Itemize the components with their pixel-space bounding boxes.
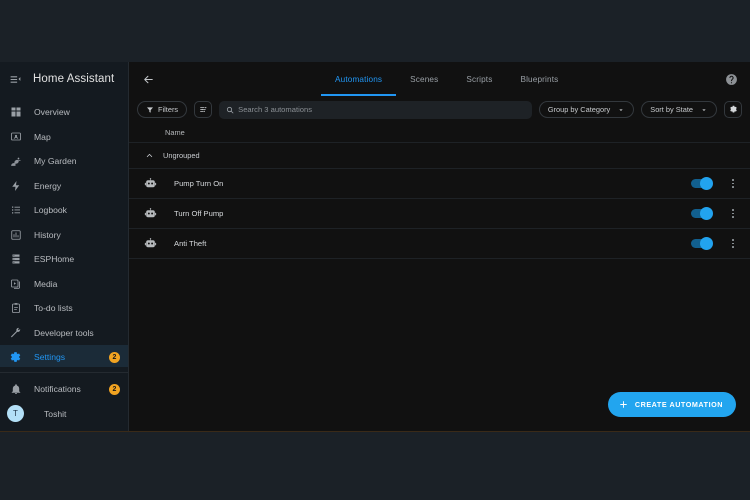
sidebar-item-esphome[interactable]: ESPHome	[0, 247, 128, 272]
search-input[interactable]: Search 3 automations	[219, 100, 532, 119]
dots-vertical-icon[interactable]	[724, 203, 742, 225]
sidebar-item-label: My Garden	[34, 156, 77, 167]
main-content: Automations Scenes Scripts Blueprints Fi…	[129, 62, 750, 432]
create-automation-label: CREATE AUTOMATION	[634, 400, 723, 409]
server-icon	[8, 252, 23, 267]
automation-name: Pump Turn On	[174, 179, 224, 188]
dots-vertical-icon[interactable]	[724, 173, 742, 195]
filter-icon	[146, 106, 154, 114]
automation-toggle[interactable]	[691, 237, 713, 250]
cog-icon	[8, 350, 23, 365]
chevron-down-icon	[700, 106, 708, 114]
sort-by-dropdown[interactable]: Sort by State	[641, 101, 717, 118]
top-app-bar: Automations Scenes Scripts Blueprints	[129, 62, 750, 96]
sidebar-item-history[interactable]: History	[0, 223, 128, 248]
tab-automations[interactable]: Automations	[321, 62, 397, 96]
table-column-header: Name	[129, 123, 750, 143]
group-by-label: Group by Category	[547, 105, 611, 114]
table-row[interactable]: Turn Off Pump	[129, 199, 750, 229]
sort-by-label: Sort by State	[650, 105, 693, 114]
sprout-icon	[8, 154, 23, 169]
sidebar-item-logbook[interactable]: Logbook	[0, 198, 128, 223]
play-box-multiple-icon	[8, 276, 23, 291]
magnify-icon	[226, 106, 234, 114]
sidebar-item-overview[interactable]: Overview	[0, 100, 128, 125]
create-automation-button[interactable]: CREATE AUTOMATION	[607, 392, 736, 417]
group-row-label: Ungrouped	[163, 151, 200, 160]
sidebar-item-notifications[interactable]: Notifications 2	[0, 377, 128, 402]
table-row[interactable]: Anti Theft	[129, 229, 750, 259]
sidebar: Home Assistant Overview Map My Garden En…	[0, 62, 129, 432]
sidebar-item-energy[interactable]: Energy	[0, 174, 128, 199]
table-settings-button[interactable]	[724, 101, 742, 118]
tab-blueprints[interactable]: Blueprints	[506, 62, 572, 96]
app-viewport: Home Assistant Overview Map My Garden En…	[0, 62, 750, 432]
robot-icon	[142, 236, 158, 252]
automation-toggle[interactable]	[691, 207, 713, 220]
sidebar-item-label: History	[34, 229, 61, 240]
sidebar-item-label: Energy	[34, 180, 62, 191]
sidebar-item-label: To-do lists	[34, 303, 73, 314]
sidebar-item-label: Developer tools	[34, 327, 94, 338]
table-row[interactable]: Pump Turn On	[129, 169, 750, 199]
filter-toolbar: Filters Search 3 automations Group by Ca…	[129, 96, 750, 123]
sidebar-user-name: Toshit	[44, 408, 67, 419]
sort-variant-icon[interactable]	[194, 101, 213, 118]
avatar: T	[7, 405, 24, 423]
plus-icon	[618, 399, 629, 410]
automation-name: Turn Off Pump	[174, 209, 224, 218]
chevron-up-icon[interactable]	[145, 151, 154, 160]
sidebar-header: Home Assistant	[0, 62, 128, 96]
format-list-bulleted-icon	[8, 203, 23, 218]
group-by-dropdown[interactable]: Group by Category	[538, 101, 635, 118]
sidebar-item-label: ESPHome	[34, 254, 75, 265]
robot-icon	[142, 176, 158, 192]
dots-vertical-icon[interactable]	[724, 233, 742, 255]
hammer-wrench-icon	[8, 325, 23, 340]
sidebar-footer: Notifications 2 T Toshit	[0, 367, 128, 432]
status-badge: 2	[109, 383, 120, 395]
bottom-accent-line	[0, 431, 750, 432]
sidebar-item-my-garden[interactable]: My Garden	[0, 149, 128, 174]
search-placeholder: Search 3 automations	[238, 105, 312, 114]
sidebar-item-label: Notifications	[34, 384, 81, 395]
lightning-bolt-icon	[8, 178, 23, 193]
sidebar-item-label: Logbook	[34, 205, 67, 216]
menu-open-icon[interactable]	[8, 72, 23, 87]
sidebar-nav-list: Overview Map My Garden Energy Logbook Hi…	[0, 96, 128, 367]
map-marker-icon	[8, 129, 23, 144]
sidebar-item-label: Map	[34, 131, 51, 142]
filters-button[interactable]: Filters	[137, 101, 188, 118]
bell-icon	[8, 382, 23, 397]
view-dashboard-icon	[8, 105, 23, 120]
tab-bar: Automations Scenes Scripts Blueprints	[321, 62, 572, 96]
help-circle-icon[interactable]	[721, 69, 741, 89]
chevron-down-icon	[617, 106, 625, 114]
clipboard-list-icon	[8, 301, 23, 316]
screen-root: Home Assistant Overview Map My Garden En…	[0, 0, 750, 500]
automation-name: Anti Theft	[174, 239, 207, 248]
robot-icon	[142, 206, 158, 222]
automation-toggle[interactable]	[691, 177, 713, 190]
column-header-name: Name	[165, 128, 185, 137]
sidebar-item-settings[interactable]: Settings 2	[0, 345, 128, 367]
sidebar-item-label: Settings	[34, 352, 66, 363]
app-title: Home Assistant	[33, 73, 115, 85]
group-row-ungrouped[interactable]: Ungrouped	[129, 143, 750, 169]
sidebar-divider	[0, 372, 128, 373]
tab-scripts[interactable]: Scripts	[452, 62, 506, 96]
sidebar-item-developer-tools[interactable]: Developer tools	[0, 321, 128, 346]
sidebar-item-map[interactable]: Map	[0, 125, 128, 150]
sidebar-item-label: Media	[34, 278, 58, 289]
status-badge: 2	[109, 351, 120, 363]
sidebar-item-todo-lists[interactable]: To-do lists	[0, 296, 128, 321]
sidebar-item-label: Overview	[34, 107, 70, 118]
sidebar-item-media[interactable]: Media	[0, 272, 128, 297]
chart-box-icon	[8, 227, 23, 242]
tab-scenes[interactable]: Scenes	[396, 62, 452, 96]
sidebar-item-user-profile[interactable]: T Toshit	[0, 402, 128, 427]
filters-label: Filters	[158, 105, 179, 114]
back-button[interactable]	[138, 69, 158, 89]
